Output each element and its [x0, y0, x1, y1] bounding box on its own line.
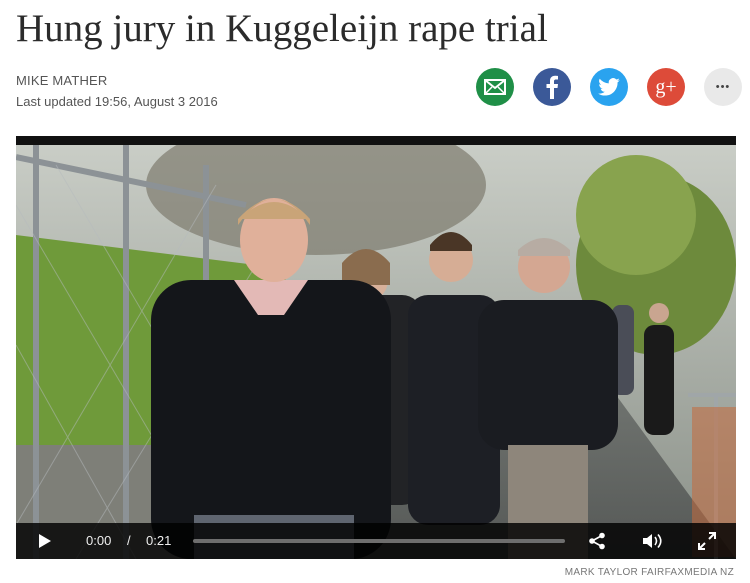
email-icon: [484, 79, 506, 95]
share-toolbar: g+ •••: [476, 68, 742, 106]
article-headline: Hung jury in Kuggeleijn rape trial: [16, 7, 548, 50]
facebook-icon: [546, 75, 558, 99]
twitter-icon: [598, 78, 620, 96]
current-time: 0:00: [86, 533, 112, 548]
more-icon: •••: [715, 81, 731, 93]
fullscreen-icon[interactable]: [698, 532, 716, 550]
share-email-button[interactable]: [476, 68, 514, 106]
time-separator: /: [127, 533, 131, 548]
google-plus-icon: g+: [655, 76, 677, 98]
volume-icon[interactable]: [642, 532, 664, 550]
share-more-button[interactable]: •••: [704, 68, 742, 106]
video-controls: 0:00 / 0:21: [16, 523, 736, 559]
share-twitter-button[interactable]: [590, 68, 628, 106]
share-facebook-button[interactable]: [533, 68, 571, 106]
author-byline[interactable]: MIKE MATHER: [16, 73, 108, 88]
share-google-plus-button[interactable]: g+: [647, 68, 685, 106]
last-updated-timestamp: Last updated 19:56, August 3 2016: [16, 94, 218, 109]
video-top-border: [16, 136, 736, 145]
video-player[interactable]: 0:00 / 0:21: [16, 136, 736, 559]
seek-bar[interactable]: [193, 539, 565, 543]
video-frame-image[interactable]: [16, 145, 736, 559]
share-icon[interactable]: [588, 532, 606, 550]
video-duration: 0:21: [146, 533, 172, 548]
play-icon[interactable]: [36, 533, 52, 549]
photo-credit: MARK TAYLOR FAIRFAXMEDIA NZ: [564, 567, 734, 578]
